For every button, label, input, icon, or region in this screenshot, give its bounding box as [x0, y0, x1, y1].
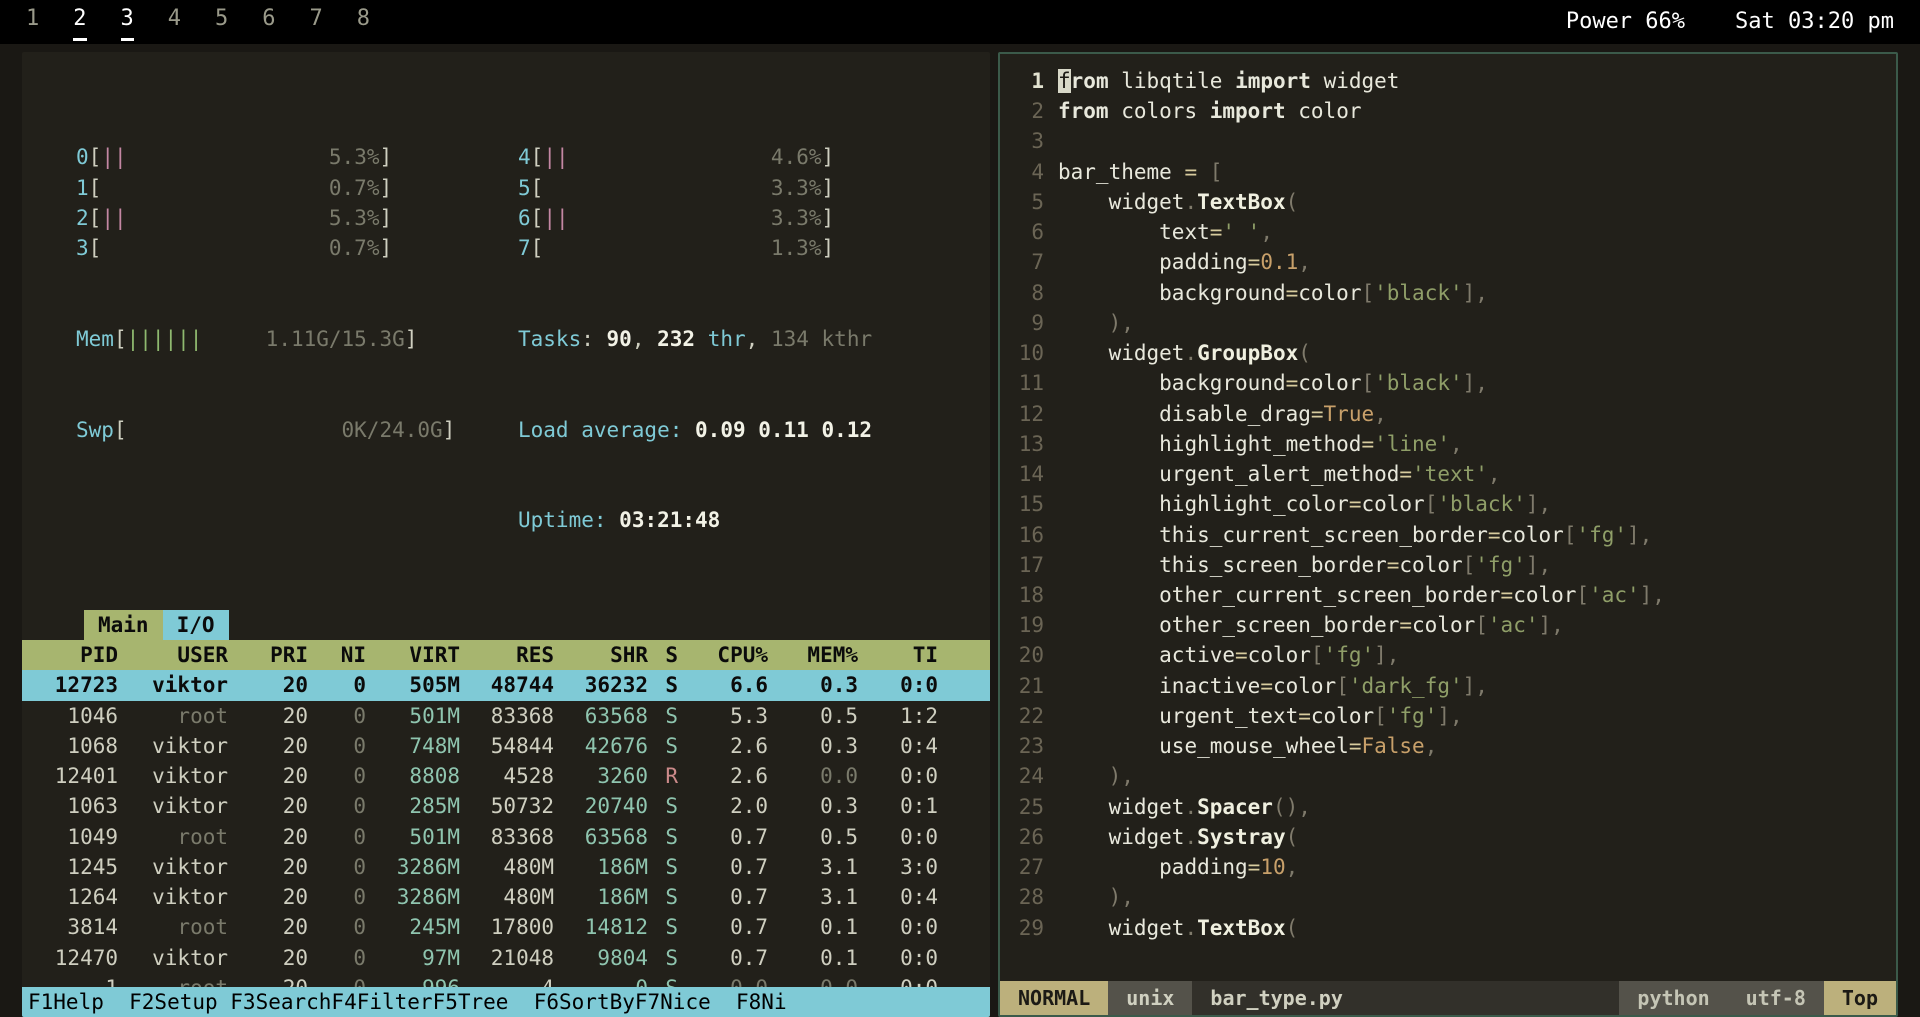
process-row[interactable]: 3814root200245M1780014812S0.70.10:0 [22, 912, 990, 942]
code-line[interactable]: 7 padding=0.1, [1000, 247, 1882, 277]
code-line[interactable]: 12 disable_drag=True, [1000, 399, 1882, 429]
code-line[interactable]: 11 background=color['black'], [1000, 368, 1882, 398]
clock-widget: Sat 03:20 pm [1735, 6, 1894, 38]
qtile-bar: 12345678 Power 66% Sat 03:20 pm [0, 0, 1920, 44]
code-line[interactable]: 21 inactive=color['dark_fg'], [1000, 671, 1882, 701]
workspace-8[interactable]: 8 [357, 3, 370, 42]
code-line[interactable]: 23 use_mouse_wheel=False, [1000, 731, 1882, 761]
code-line[interactable]: 19 other_screen_border=color['ac'], [1000, 610, 1882, 640]
code-line[interactable]: 18 other_current_screen_border=color['ac… [1000, 580, 1882, 610]
htop-meters: 0[|| 5.3%]1[ 0.7%]2[|| 5.3%]3[ 0.7%]4[||… [22, 52, 990, 606]
workspace-7[interactable]: 7 [310, 3, 323, 42]
code-line[interactable]: 2from colors import color [1000, 96, 1882, 126]
code-line[interactable]: 15 highlight_color=color['black'], [1000, 489, 1882, 519]
code-line[interactable]: 5 widget.TextBox( [1000, 187, 1882, 217]
code-line[interactable]: 3 [1000, 126, 1882, 156]
workspace-3[interactable]: 3 [121, 3, 134, 42]
workspace-1[interactable]: 1 [26, 3, 39, 42]
status-filetype: python [1619, 981, 1727, 1015]
htop-tabs: Main I/O [84, 610, 990, 640]
code-line[interactable]: 22 urgent_text=color['fg'], [1000, 701, 1882, 731]
code-line[interactable]: 20 active=color['fg'], [1000, 640, 1882, 670]
workspace-switcher: 12345678 [26, 3, 370, 42]
code-line[interactable]: 27 padding=10, [1000, 852, 1882, 882]
process-row[interactable]: 1245viktor2003286M480M186MS0.73.13:0 [22, 852, 990, 882]
power-widget: Power 66% [1566, 6, 1685, 38]
code-line[interactable]: 9 ), [1000, 308, 1882, 338]
process-row[interactable]: 1046root200501M8336863568S5.30.51:2 [22, 701, 990, 731]
code-line[interactable]: 17 this_screen_border=color['fg'], [1000, 550, 1882, 580]
code-line[interactable]: 29 widget.TextBox( [1000, 913, 1882, 943]
status-encoding: utf-8 [1728, 981, 1824, 1015]
code-line[interactable]: 10 widget.GroupBox( [1000, 338, 1882, 368]
status-fileformat: unix [1108, 981, 1192, 1015]
process-row[interactable]: 12723viktor200505M4874436232S6.60.30:0 [22, 670, 990, 700]
status-filename: bar_type.py [1192, 981, 1360, 1015]
htop-footer[interactable]: F1Help F2Setup F3SearchF4FilterF5Tree F6… [22, 987, 990, 1017]
process-row[interactable]: 12401viktor200880845283260R2.60.00:0 [22, 761, 990, 791]
editor-content[interactable]: 1from libqtile import widget2from colors… [1000, 54, 1896, 1015]
editor-statusline: NORMAL unix bar_type.py python utf-8 Top [1000, 981, 1896, 1015]
workspace-5[interactable]: 5 [215, 3, 228, 42]
code-line[interactable]: 8 background=color['black'], [1000, 278, 1882, 308]
code-line[interactable]: 4bar_theme = [ [1000, 157, 1882, 187]
code-line[interactable]: 24 ), [1000, 761, 1882, 791]
tab-main[interactable]: Main [84, 610, 163, 640]
code-line[interactable]: 13 highlight_method='line', [1000, 429, 1882, 459]
code-line[interactable]: 1from libqtile import widget [1000, 66, 1882, 96]
htop-window[interactable]: 0[|| 5.3%]1[ 0.7%]2[|| 5.3%]3[ 0.7%]4[||… [22, 52, 990, 1017]
status-mode: NORMAL [1000, 981, 1108, 1015]
process-row[interactable]: 12470viktor20097M210489804S0.70.10:0 [22, 943, 990, 973]
tab-io[interactable]: I/O [163, 610, 229, 640]
process-row[interactable]: 1063viktor200285M5073220740S2.00.30:1 [22, 791, 990, 821]
process-table-header[interactable]: PID USER PRI NI VIRT RES SHR S CPU% MEM%… [22, 640, 990, 670]
workspace-2[interactable]: 2 [73, 3, 86, 42]
code-line[interactable]: 6 text=' ', [1000, 217, 1882, 247]
process-table-body[interactable]: 12723viktor200505M4874436232S6.60.30:010… [22, 670, 990, 1017]
neovim-window[interactable]: 1from libqtile import widget2from colors… [998, 52, 1898, 1017]
workspace-6[interactable]: 6 [262, 3, 275, 42]
process-row[interactable]: 1049root200501M8336863568S0.70.50:0 [22, 822, 990, 852]
code-line[interactable]: 28 ), [1000, 882, 1882, 912]
code-line[interactable]: 14 urgent_alert_method='text', [1000, 459, 1882, 489]
process-row[interactable]: 1264viktor2003286M480M186MS0.73.10:4 [22, 882, 990, 912]
code-line[interactable]: 16 this_current_screen_border=color['fg'… [1000, 520, 1882, 550]
code-line[interactable]: 25 widget.Spacer(), [1000, 792, 1882, 822]
status-position: Top [1824, 981, 1896, 1015]
code-line[interactable]: 26 widget.Systray( [1000, 822, 1882, 852]
process-row[interactable]: 1068viktor200748M5484442676S2.60.30:4 [22, 731, 990, 761]
workspace-4[interactable]: 4 [168, 3, 181, 42]
